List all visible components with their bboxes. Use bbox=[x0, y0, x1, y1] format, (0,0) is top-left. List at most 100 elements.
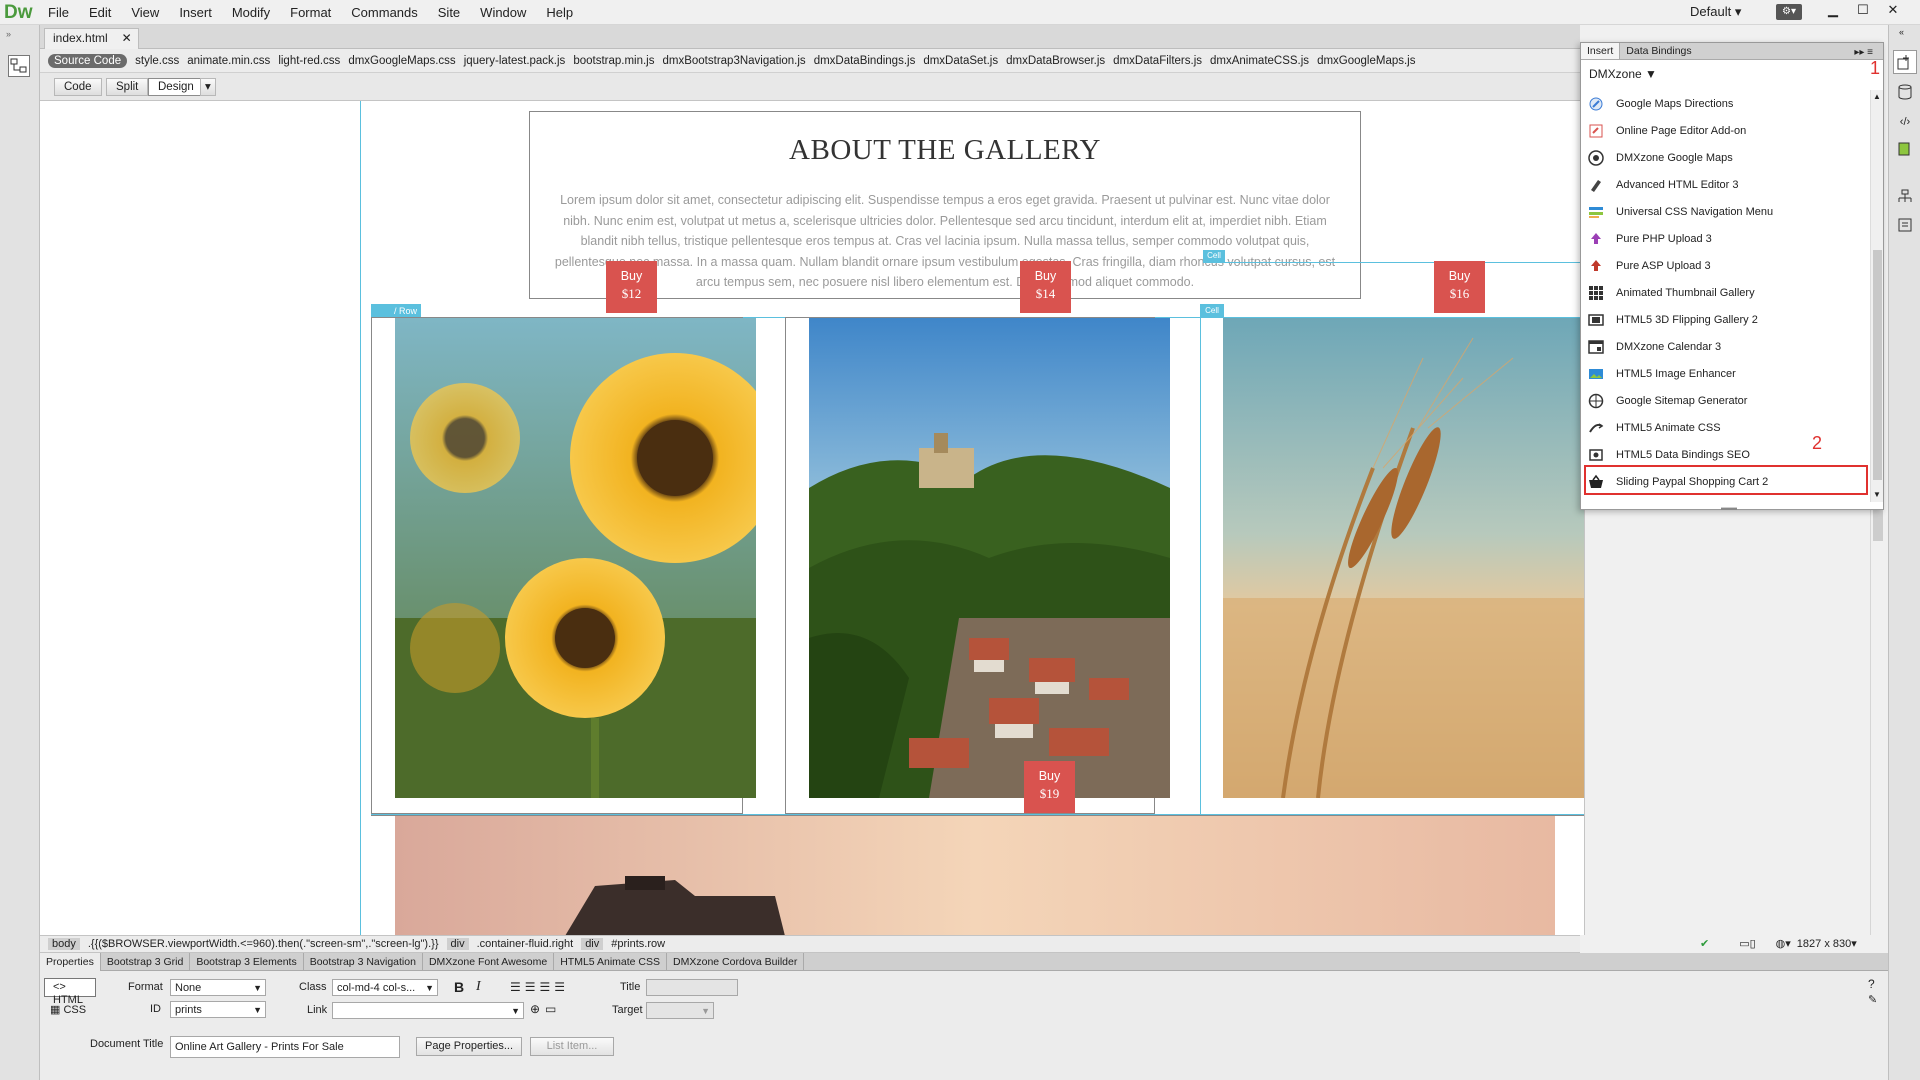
settings-gear-icon[interactable]: ⚙▾ bbox=[1776, 4, 1802, 20]
window-size-readout[interactable]: 1827 x 830 bbox=[1797, 938, 1851, 950]
title-input[interactable] bbox=[646, 979, 738, 996]
tag-body[interactable]: body bbox=[48, 938, 80, 950]
tab-bootstrap-grid[interactable]: Bootstrap 3 Grid bbox=[101, 952, 191, 971]
link-input[interactable]: ▼ bbox=[332, 1002, 524, 1019]
design-view-button[interactable]: Design bbox=[148, 78, 204, 96]
design-canvas[interactable]: ABOUT THE GALLERY Lorem ipsum dolor sit … bbox=[40, 101, 1585, 935]
quick-tag-editor-icon[interactable]: ✎ bbox=[1868, 993, 1877, 1006]
related-file[interactable]: light-red.css bbox=[278, 55, 340, 67]
menu-window[interactable]: Window bbox=[480, 5, 526, 20]
maximize-icon[interactable]: ☐ bbox=[1848, 0, 1878, 20]
insert-item-pure-asp-upload[interactable]: Pure ASP Upload 3 bbox=[1581, 252, 1871, 279]
village-castle-image[interactable] bbox=[809, 318, 1170, 798]
related-file[interactable]: dmxDataBrowser.js bbox=[1006, 55, 1105, 67]
sitemap-icon[interactable] bbox=[1893, 185, 1917, 209]
tag-body-class[interactable]: .{{($BROWSER.viewportWidth.<=960).then(.… bbox=[88, 938, 439, 950]
format-select[interactable]: None ▼ bbox=[170, 979, 266, 996]
insert-item-animated-thumbnail-gallery[interactable]: Animated Thumbnail Gallery bbox=[1581, 279, 1871, 306]
close-icon[interactable]: ✕ bbox=[1878, 0, 1908, 20]
help-icon[interactable]: ? bbox=[1868, 977, 1875, 991]
related-file[interactable]: bootstrap.min.js bbox=[573, 55, 654, 67]
insert-item-advanced-html-editor[interactable]: Advanced HTML Editor 3 bbox=[1581, 171, 1871, 198]
scroll-up-icon[interactable]: ▲ bbox=[1873, 92, 1881, 101]
tag-div[interactable]: div bbox=[446, 938, 469, 950]
class-select[interactable]: col-md-4 col-s... ▼ bbox=[332, 979, 438, 996]
menu-format[interactable]: Format bbox=[290, 5, 331, 20]
wheat-image[interactable] bbox=[1223, 318, 1584, 798]
minimize-icon[interactable]: ▁ bbox=[1818, 0, 1848, 20]
related-file[interactable]: jquery-latest.pack.js bbox=[464, 55, 566, 67]
document-structure-icon[interactable] bbox=[8, 55, 30, 77]
code-view-button[interactable]: Code bbox=[54, 78, 102, 96]
related-file[interactable]: dmxBootstrap3Navigation.js bbox=[663, 55, 806, 67]
snippets-icon[interactable] bbox=[1893, 213, 1917, 237]
list-buttons[interactable]: ☰☰☰☰ bbox=[510, 980, 569, 994]
code-inspect-icon[interactable]: ‹/› bbox=[1893, 110, 1917, 134]
tab-font-awesome[interactable]: DMXzone Font Awesome bbox=[423, 952, 555, 971]
globe-icon[interactable]: ◍▾ bbox=[1776, 937, 1791, 950]
assets-icon[interactable] bbox=[1893, 137, 1917, 161]
insert-item-dmxzone-google-maps[interactable]: DMXzone Google Maps bbox=[1581, 144, 1871, 171]
menu-site[interactable]: Site bbox=[438, 5, 460, 20]
related-file[interactable]: dmxGoogleMaps.css bbox=[348, 55, 455, 67]
tab-properties[interactable]: Properties bbox=[40, 952, 101, 971]
menu-commands[interactable]: Commands bbox=[351, 5, 417, 20]
view-options-dropdown[interactable]: ▾ bbox=[200, 78, 216, 96]
device-preview-icon[interactable]: ▭▯ bbox=[1739, 937, 1755, 950]
insert-item-html5-animate-css[interactable]: HTML5 Animate CSS bbox=[1581, 414, 1871, 441]
split-view-button[interactable]: Split bbox=[106, 78, 149, 96]
insert-item-html5-image-enhancer[interactable]: HTML5 Image Enhancer bbox=[1581, 360, 1871, 387]
insert-list-scrollbar[interactable]: ▲ ▼ bbox=[1870, 90, 1883, 502]
related-file[interactable]: style.css bbox=[135, 55, 179, 67]
browse-folder-icon[interactable]: ▭ bbox=[545, 1002, 556, 1016]
insert-item-google-maps-directions[interactable]: Google Maps Directions bbox=[1581, 90, 1871, 117]
collapse-arrows-icon[interactable]: « bbox=[1899, 27, 1904, 37]
buy-button[interactable]: Buy $14 bbox=[1020, 261, 1071, 313]
tab-bootstrap-elements[interactable]: Bootstrap 3 Elements bbox=[190, 952, 304, 971]
close-icon[interactable]: ✕ bbox=[122, 31, 132, 45]
resize-grip-icon[interactable]: ▬▬ bbox=[1721, 503, 1737, 512]
buy-button[interactable]: Buy $16 bbox=[1434, 261, 1485, 313]
related-file[interactable]: dmxDataFilters.js bbox=[1113, 55, 1202, 67]
databases-icon[interactable] bbox=[1893, 80, 1917, 104]
menu-insert[interactable]: Insert bbox=[179, 5, 212, 20]
insert-panel-icon[interactable] bbox=[1893, 50, 1917, 74]
tab-animate-css[interactable]: HTML5 Animate CSS bbox=[554, 952, 668, 971]
html-mode-button[interactable]: <> HTML bbox=[44, 978, 96, 1006]
insert-item-html5-data-bindings-seo[interactable]: HTML5 Data Bindings SEO bbox=[1581, 441, 1871, 468]
expand-arrows-icon[interactable]: » bbox=[6, 29, 11, 39]
tag-div-class[interactable]: .container-fluid.right bbox=[477, 938, 574, 950]
menu-file[interactable]: File bbox=[48, 5, 69, 20]
menu-help[interactable]: Help bbox=[546, 5, 573, 20]
insert-item-pure-php-upload[interactable]: Pure PHP Upload 3 bbox=[1581, 225, 1871, 252]
tab-cordova-builder[interactable]: DMXzone Cordova Builder bbox=[667, 952, 805, 971]
insert-item-dmxzone-calendar[interactable]: DMXzone Calendar 3 bbox=[1581, 333, 1871, 360]
related-file[interactable]: dmxDataSet.js bbox=[923, 55, 998, 67]
related-file[interactable]: dmxDataBindings.js bbox=[814, 55, 916, 67]
insert-item-online-page-editor[interactable]: Online Page Editor Add-on bbox=[1581, 117, 1871, 144]
insert-category-select[interactable]: DMXzone ▼ bbox=[1589, 67, 1657, 81]
italic-button[interactable]: I bbox=[476, 979, 481, 995]
bold-button[interactable]: B bbox=[454, 979, 464, 995]
menu-view[interactable]: View bbox=[131, 5, 159, 20]
insert-item-google-sitemap-generator[interactable]: Google Sitemap Generator bbox=[1581, 387, 1871, 414]
tag-div[interactable]: div bbox=[581, 938, 604, 950]
tab-insert[interactable]: Insert bbox=[1581, 43, 1621, 59]
scrollbar-thumb[interactable] bbox=[1873, 250, 1882, 480]
workspace-layout-select[interactable]: Default ▾ bbox=[1690, 4, 1741, 20]
tag-div-id[interactable]: #prints.row bbox=[611, 938, 665, 950]
buy-button[interactable]: Buy $12 bbox=[606, 261, 657, 313]
document-tab-index[interactable]: index.html ✕ bbox=[44, 28, 139, 49]
camera-image[interactable] bbox=[395, 816, 1555, 935]
tab-data-bindings[interactable]: Data Bindings bbox=[1620, 43, 1697, 59]
sunflowers-image[interactable] bbox=[395, 318, 756, 798]
related-file[interactable]: animate.min.css bbox=[187, 55, 270, 67]
target-select[interactable]: ▼ bbox=[646, 1002, 714, 1019]
insert-item-css-navigation-menu[interactable]: Universal CSS Navigation Menu bbox=[1581, 198, 1871, 225]
document-title-input[interactable]: Online Art Gallery - Prints For Sale bbox=[170, 1036, 400, 1058]
related-file[interactable]: dmxGoogleMaps.js bbox=[1317, 55, 1415, 67]
tab-bootstrap-navigation[interactable]: Bootstrap 3 Navigation bbox=[304, 952, 423, 971]
css-mode-button[interactable]: ▦ CSS bbox=[50, 1003, 86, 1016]
buy-button[interactable]: Buy $19 bbox=[1024, 761, 1075, 813]
insert-item-3d-flipping-gallery[interactable]: HTML5 3D Flipping Gallery 2 bbox=[1581, 306, 1871, 333]
